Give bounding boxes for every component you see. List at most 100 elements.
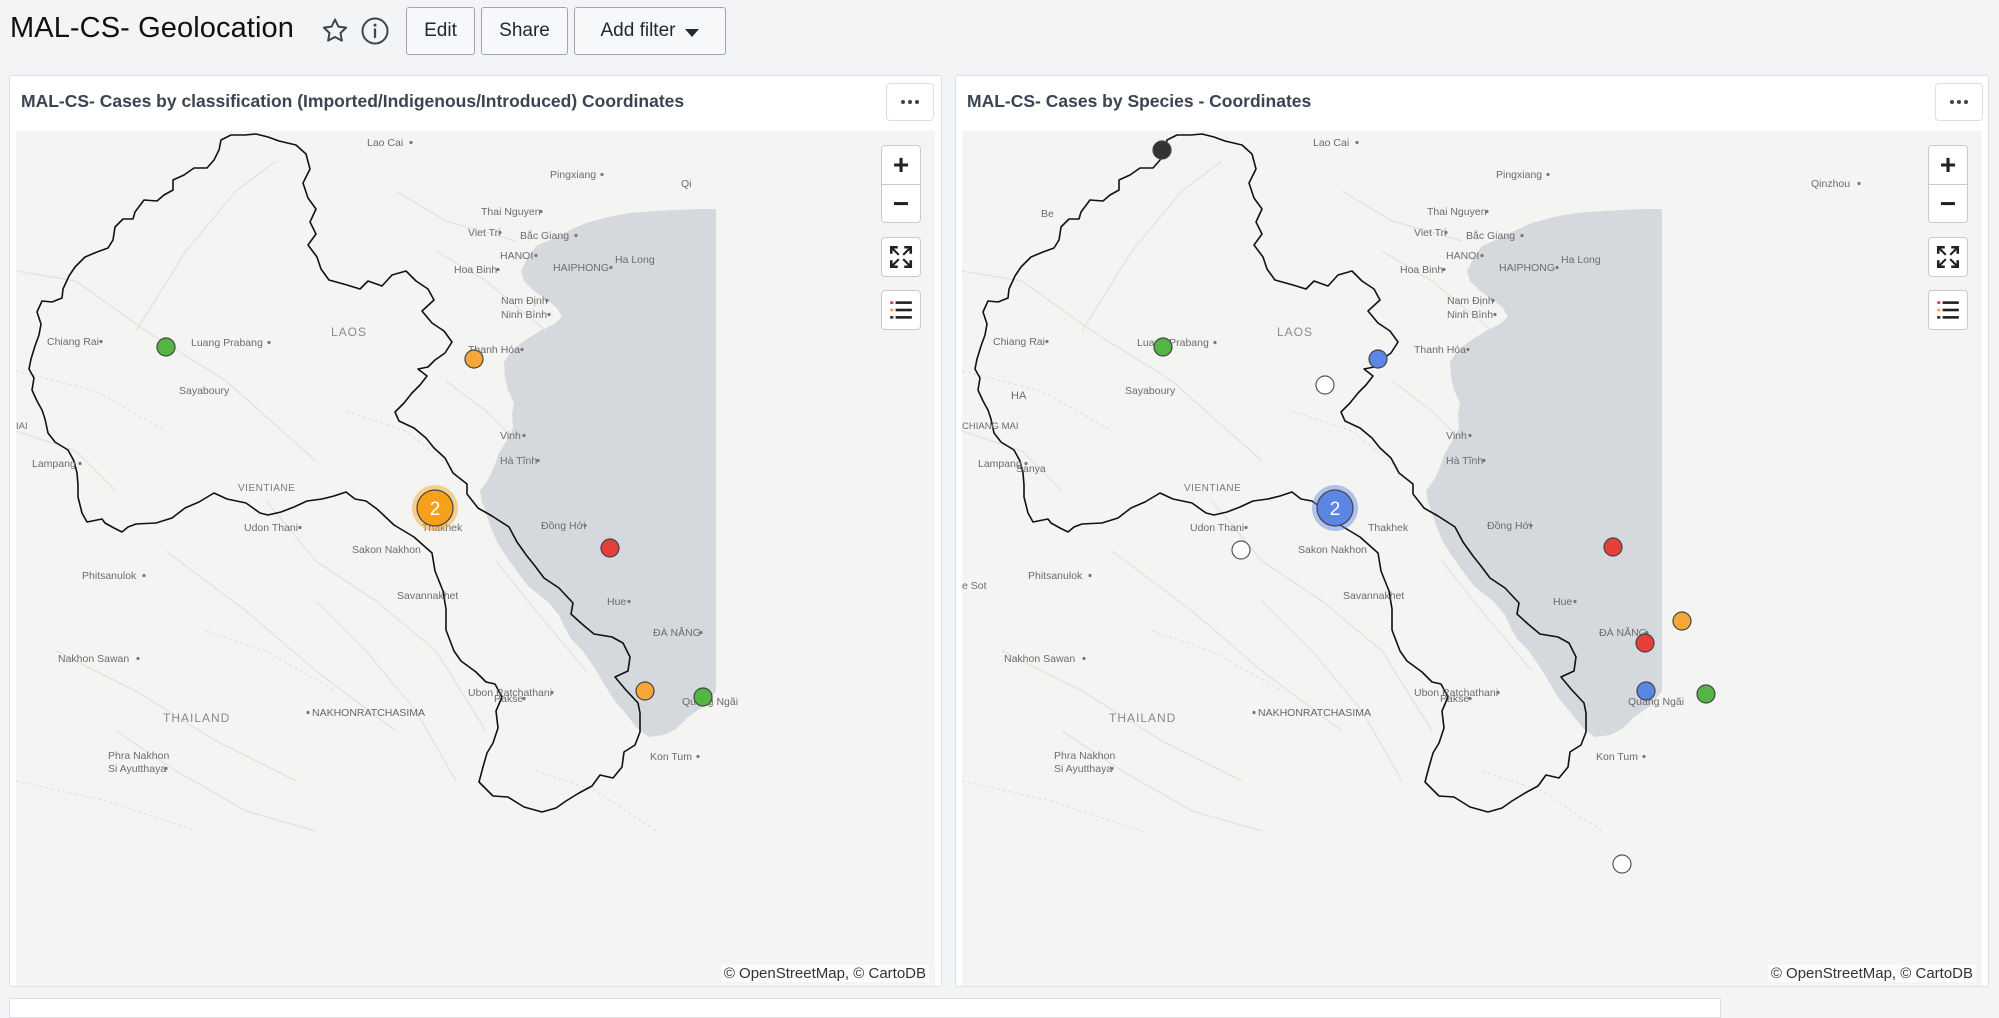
add-filter-label: Add filter [600, 20, 676, 41]
map-label-chiang-rai: Chiang Rai [993, 336, 1045, 348]
map-label-chiang-mai-right: CHIANG MAI [962, 421, 1018, 432]
zoom-in-button[interactable]: + [1929, 146, 1967, 184]
map-label-quang-ngai: Quảng Ngãi [1628, 696, 1684, 708]
map-label-luang-prabang: Luang Prabang [191, 337, 263, 349]
map-label-qinzhou-short: Qi [681, 178, 692, 190]
map-label-pingxiang: Pingxiang [550, 169, 596, 181]
map-attribution[interactable]: © OpenStreetMap, © CartoDB [1767, 965, 1976, 982]
map-label-hanoi: HANOI [1446, 250, 1479, 262]
case-marker-green[interactable] [693, 687, 713, 707]
panel-menu-button[interactable] [886, 83, 934, 121]
zoom-out-button[interactable]: − [1929, 184, 1967, 222]
edit-button[interactable]: Edit [406, 7, 475, 55]
map-canvas[interactable]: Lao Cai Pingxiang Qinzhou Be Thai Nguyen Viet… [962, 131, 1982, 986]
map-label-bac-giang: Bắc Giang [520, 229, 569, 242]
map-label-lao-cai: Lao Cai [367, 137, 403, 149]
sea-area [1426, 209, 1662, 737]
sea-area [480, 209, 716, 737]
map-label-laos: LAOS [331, 325, 367, 339]
map-label-savannakhet: Savannakhet [397, 590, 458, 602]
map-base: Lao Cai Pingxiang Qi Thai Nguyen Viet Tri Bắc… [16, 133, 738, 832]
zoom-control[interactable]: + − [1928, 145, 1968, 223]
map-label-chiang-rai: Chiang Rai [47, 336, 99, 348]
fullscreen-icon [889, 245, 913, 269]
map-label-phitsanulok: Phitsanulok [82, 570, 137, 582]
map-label-ha-tinh: Hà Tĩnh [1446, 455, 1483, 467]
case-marker-white[interactable] [1315, 375, 1335, 395]
map-label-thailand: THAILAND [1109, 711, 1176, 725]
zoom-control[interactable]: + − [881, 145, 921, 223]
map-label-thai-nguyen: Thai Nguyen [481, 206, 541, 218]
add-filter-button[interactable]: Add filter [574, 7, 726, 55]
case-marker-red[interactable] [1635, 633, 1655, 653]
classification-map-panel: MAL-CS- Cases by classification (Importe… [9, 75, 942, 987]
case-marker-red[interactable] [600, 538, 620, 558]
map-label-ha-long: Ha Long [1561, 254, 1601, 266]
map-label-sanya: Sanya [1016, 463, 1046, 475]
map-label-phra-nakhon: Phra Nakhon [1054, 750, 1115, 762]
star-icon[interactable] [320, 16, 350, 46]
case-marker-green[interactable] [156, 337, 176, 357]
map-label-luang-prabang: Luang Prabang [1137, 337, 1209, 349]
map-canvas[interactable]: Lao Cai Pingxiang Qi Thai Nguyen Viet Tri Bắc… [16, 131, 935, 986]
map-label-ninh-binh: Ninh Bình [501, 309, 547, 321]
legend-button[interactable] [1928, 290, 1968, 330]
map-label-si-ayutthaya: Si Ayutthaya [108, 763, 166, 775]
map-base: Lao Cai Pingxiang Qinzhou Be Thai Nguyen Viet… [962, 133, 1861, 874]
map-label-hue: Hue [607, 596, 626, 608]
dashboard-header: MAL-CS- Geolocation Edit Share Add filte… [0, 0, 1999, 62]
fullscreen-button[interactable] [881, 237, 921, 277]
map-label-thanh-hoa: Thanh Hóa [1414, 344, 1466, 356]
map-label-da-nang: ĐÀ NẴNG [653, 626, 701, 639]
case-marker-orange[interactable] [464, 349, 484, 369]
info-icon[interactable] [360, 16, 390, 46]
case-marker-red[interactable] [1603, 537, 1623, 557]
map-label-nakhonratchasima: NAKHONRATCHASIMA [312, 707, 425, 719]
zoom-in-button[interactable]: + [882, 146, 920, 184]
map-label-hainan-short: HA [1011, 390, 1027, 402]
map-label-hoa-binh: Hoa Binh [1400, 264, 1443, 276]
map-label-ha-tinh: Hà Tĩnh [500, 455, 537, 467]
map-label-thai-nguyen: Thai Nguyen [1427, 206, 1487, 218]
map-label-dong-hoi: Đồng Hới [541, 520, 586, 532]
case-marker-orange[interactable] [1672, 611, 1692, 631]
cluster-count: 2 [1330, 499, 1341, 520]
case-marker-green[interactable] [1696, 684, 1716, 704]
map-label-sakon-nakhon: Sakon Nakhon [352, 544, 421, 556]
case-marker-white[interactable] [1612, 854, 1632, 874]
map-label-viet-tri: Viet Tri [1414, 227, 1446, 239]
map-label-haiphong: HAIPHONG [553, 262, 609, 274]
map-label-hue: Hue [1553, 596, 1572, 608]
map-label-nam-dinh: Nam Định [501, 295, 548, 307]
case-marker-blue[interactable] [1368, 349, 1388, 369]
map-label-thakhek: Thakhek [1368, 522, 1409, 534]
page-title: MAL-CS- Geolocation [10, 12, 294, 44]
map-label-haiphong: HAIPHONG [1499, 262, 1555, 274]
share-button[interactable]: Share [481, 7, 568, 55]
map-label-savannakhet: Savannakhet [1343, 590, 1404, 602]
map-label-laos: LAOS [1277, 325, 1313, 339]
case-marker-orange[interactable] [635, 681, 655, 701]
case-marker-green[interactable] [1153, 337, 1173, 357]
map-label-vientiane: VIENTIANE [238, 483, 295, 494]
fullscreen-button[interactable] [1928, 237, 1968, 277]
map-label-pakse: Pakse [1440, 693, 1469, 705]
map-label-sakon-nakhon: Sakon Nakhon [1298, 544, 1367, 556]
case-marker-dark[interactable] [1152, 140, 1172, 160]
map-label-sayabouri: Sayaboury [1125, 385, 1176, 397]
map-label-vientiane: VIENTIANE [1184, 483, 1241, 494]
zoom-out-button[interactable]: − [882, 184, 920, 222]
map-label-chiang-mai-left: IAI [16, 421, 28, 432]
panel-menu-button[interactable] [1935, 83, 1983, 121]
map-label-udon-thani: Udon Thani [244, 522, 298, 534]
panel-title: MAL-CS- Cases by classification (Importe… [21, 91, 685, 111]
map-label-lao-cai: Lao Cai [1313, 137, 1349, 149]
case-marker-white[interactable] [1231, 540, 1251, 560]
map-attribution[interactable]: © OpenStreetMap, © CartoDB [720, 965, 929, 982]
map-label-nakhon-sawan: Nakhon Sawan [1004, 653, 1075, 665]
case-marker-blue[interactable] [1636, 681, 1656, 701]
legend-button[interactable] [881, 290, 921, 330]
map-label-udon-thani: Udon Thani [1190, 522, 1244, 534]
map-label-dong-hoi: Đồng Hới [1487, 520, 1532, 532]
map-label-nam-dinh: Nam Định [1447, 295, 1494, 307]
